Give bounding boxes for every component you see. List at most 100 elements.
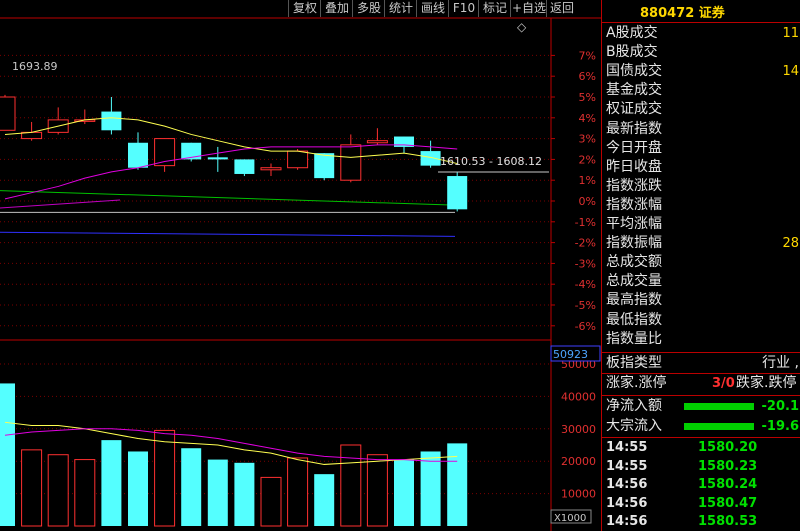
price-tick-label: 2% xyxy=(579,153,596,166)
volume-bar xyxy=(154,429,176,527)
candle-body xyxy=(287,150,309,169)
candle-body xyxy=(128,142,148,168)
toolbar: 复权 叠加 多股 统计 画线 F10 标记 +自选 返回 xyxy=(0,0,600,18)
volume-tick-label: 40000 xyxy=(561,390,596,403)
type-value: 行业 , xyxy=(762,355,799,371)
up-count-label: 涨家.涨停 xyxy=(606,375,667,391)
flow-value: -19.6 xyxy=(761,419,799,434)
panel-row-label: B股成交 xyxy=(606,44,658,61)
toolbar-button-3[interactable]: 统计 xyxy=(384,0,417,17)
volume-bar xyxy=(207,459,228,526)
flow-value: -20.1 xyxy=(761,399,799,414)
panel-row-label: 最低指数 xyxy=(606,311,662,328)
candle-body xyxy=(447,176,468,210)
volume-unit-label: X1000 xyxy=(554,513,586,524)
volume-tick-label: 30000 xyxy=(561,423,596,436)
panel-row-label: 总成交额 xyxy=(606,254,662,271)
candle-body xyxy=(0,96,16,131)
volume-bar xyxy=(420,451,441,526)
candle-body xyxy=(420,151,441,166)
volume-tick-label: 10000 xyxy=(561,488,596,501)
toolbar-button-8[interactable]: 返回 xyxy=(546,0,577,17)
panel-row-value: 14 xyxy=(782,64,799,80)
volume-bar xyxy=(447,443,468,526)
panel-row-label: A股成交 xyxy=(606,25,658,41)
volume-tick-label: 20000 xyxy=(561,455,596,468)
candle-body xyxy=(101,111,122,131)
panel-row-label: 今日开盘 xyxy=(606,139,662,156)
panel-row-label: 国债成交 xyxy=(606,63,662,80)
toolbar-button-7[interactable]: +自选 xyxy=(510,0,547,17)
down-count-label: 跌家.跌停 xyxy=(736,375,797,391)
volume-max-label: 50923 xyxy=(553,348,588,361)
ma-blue-line xyxy=(0,231,456,237)
flow-bar xyxy=(684,423,754,430)
price-tick-label: 1% xyxy=(579,174,596,187)
ma-magenta-line xyxy=(4,144,458,200)
index-info-panel: 880472 证券 A股成交 11 B股成交 国债成交 14 基金成交 权证成交 最新指数 今日… xyxy=(601,0,800,531)
tick-time: 14:56 xyxy=(606,495,648,511)
panel-row-value: 11 xyxy=(782,26,799,41)
volume-bar xyxy=(74,459,96,527)
volume-bar xyxy=(0,383,15,526)
tick-price: 1580.20 xyxy=(698,440,758,455)
panel-row-value: 28 xyxy=(782,236,799,252)
panel-divider xyxy=(602,352,800,353)
volume-bar xyxy=(181,448,202,526)
volume-bar xyxy=(394,459,414,526)
panel-row-label: 最新指数 xyxy=(606,120,662,137)
price-tick-label: 4% xyxy=(579,112,596,125)
candle-body xyxy=(234,159,255,174)
flow-label: 净流入额 xyxy=(606,398,662,414)
tick-price: 1580.47 xyxy=(698,495,758,511)
panel-title: 880472 证券 xyxy=(640,6,725,21)
candle-body xyxy=(366,140,388,144)
price-tick-label: 3% xyxy=(579,133,596,146)
panel-row-label: 昨日收盘 xyxy=(606,158,662,175)
toolbar-button-6[interactable]: 标记 xyxy=(478,0,511,17)
panel-row-label: 最高指数 xyxy=(606,292,662,309)
panel-row-label: 指数量比 xyxy=(606,330,662,347)
panel-row-label: 指数涨跌 xyxy=(606,177,662,194)
volume-ma-magenta-line xyxy=(4,428,458,462)
ma-yellow-line xyxy=(4,117,458,165)
tick-price: 1580.23 xyxy=(698,458,758,474)
tick-price: 1580.53 xyxy=(698,514,758,529)
candle-body xyxy=(260,167,282,171)
kline-chart[interactable]: 7%6%5%4%3%2%1%0%-1%-2%-3%-4%-5%-6%500004… xyxy=(0,0,601,531)
price-tick-label: -1% xyxy=(575,216,596,229)
price-tick-label: -3% xyxy=(575,257,596,270)
volume-bar xyxy=(47,454,69,527)
volume-bar xyxy=(287,457,309,527)
tick-time: 14:55 xyxy=(606,440,648,455)
toolbar-button-1[interactable]: 叠加 xyxy=(320,0,353,17)
price-tick-label: -2% xyxy=(575,237,596,250)
panel-row-label: 指数涨幅 xyxy=(606,196,662,213)
volume-bar xyxy=(260,476,282,527)
tick-price: 1580.24 xyxy=(698,477,758,492)
candle-body xyxy=(340,144,362,181)
diamond-icon[interactable]: ◇ xyxy=(517,20,527,34)
tick-time: 14:56 xyxy=(606,514,648,529)
up-count-value: 3/0 xyxy=(712,376,735,391)
toolbar-button-2[interactable]: 多股 xyxy=(352,0,385,17)
volume-bar xyxy=(21,449,43,527)
price-tick-label: -5% xyxy=(575,299,596,312)
panel-row-label: 指数振幅 xyxy=(606,235,662,252)
volume-bar xyxy=(128,451,148,526)
price-tick-label: -6% xyxy=(575,320,596,333)
volume-bar xyxy=(101,440,122,526)
toolbar-button-0[interactable]: 复权 xyxy=(288,0,321,17)
volume-bar xyxy=(234,462,255,526)
flow-bar xyxy=(684,403,754,410)
volume-bar xyxy=(366,454,388,527)
price-tick-label: 5% xyxy=(579,91,596,104)
panel-row-label: 总成交量 xyxy=(606,273,662,290)
price-tick-label: 6% xyxy=(579,70,596,83)
price-tick-label: 7% xyxy=(579,49,596,62)
panel-divider xyxy=(602,22,800,23)
toolbar-button-4[interactable]: 画线 xyxy=(416,0,449,17)
panel-row-label: 平均涨幅 xyxy=(606,216,662,232)
toolbar-button-5[interactable]: F10 xyxy=(448,0,479,17)
tick-time: 14:55 xyxy=(606,458,648,474)
